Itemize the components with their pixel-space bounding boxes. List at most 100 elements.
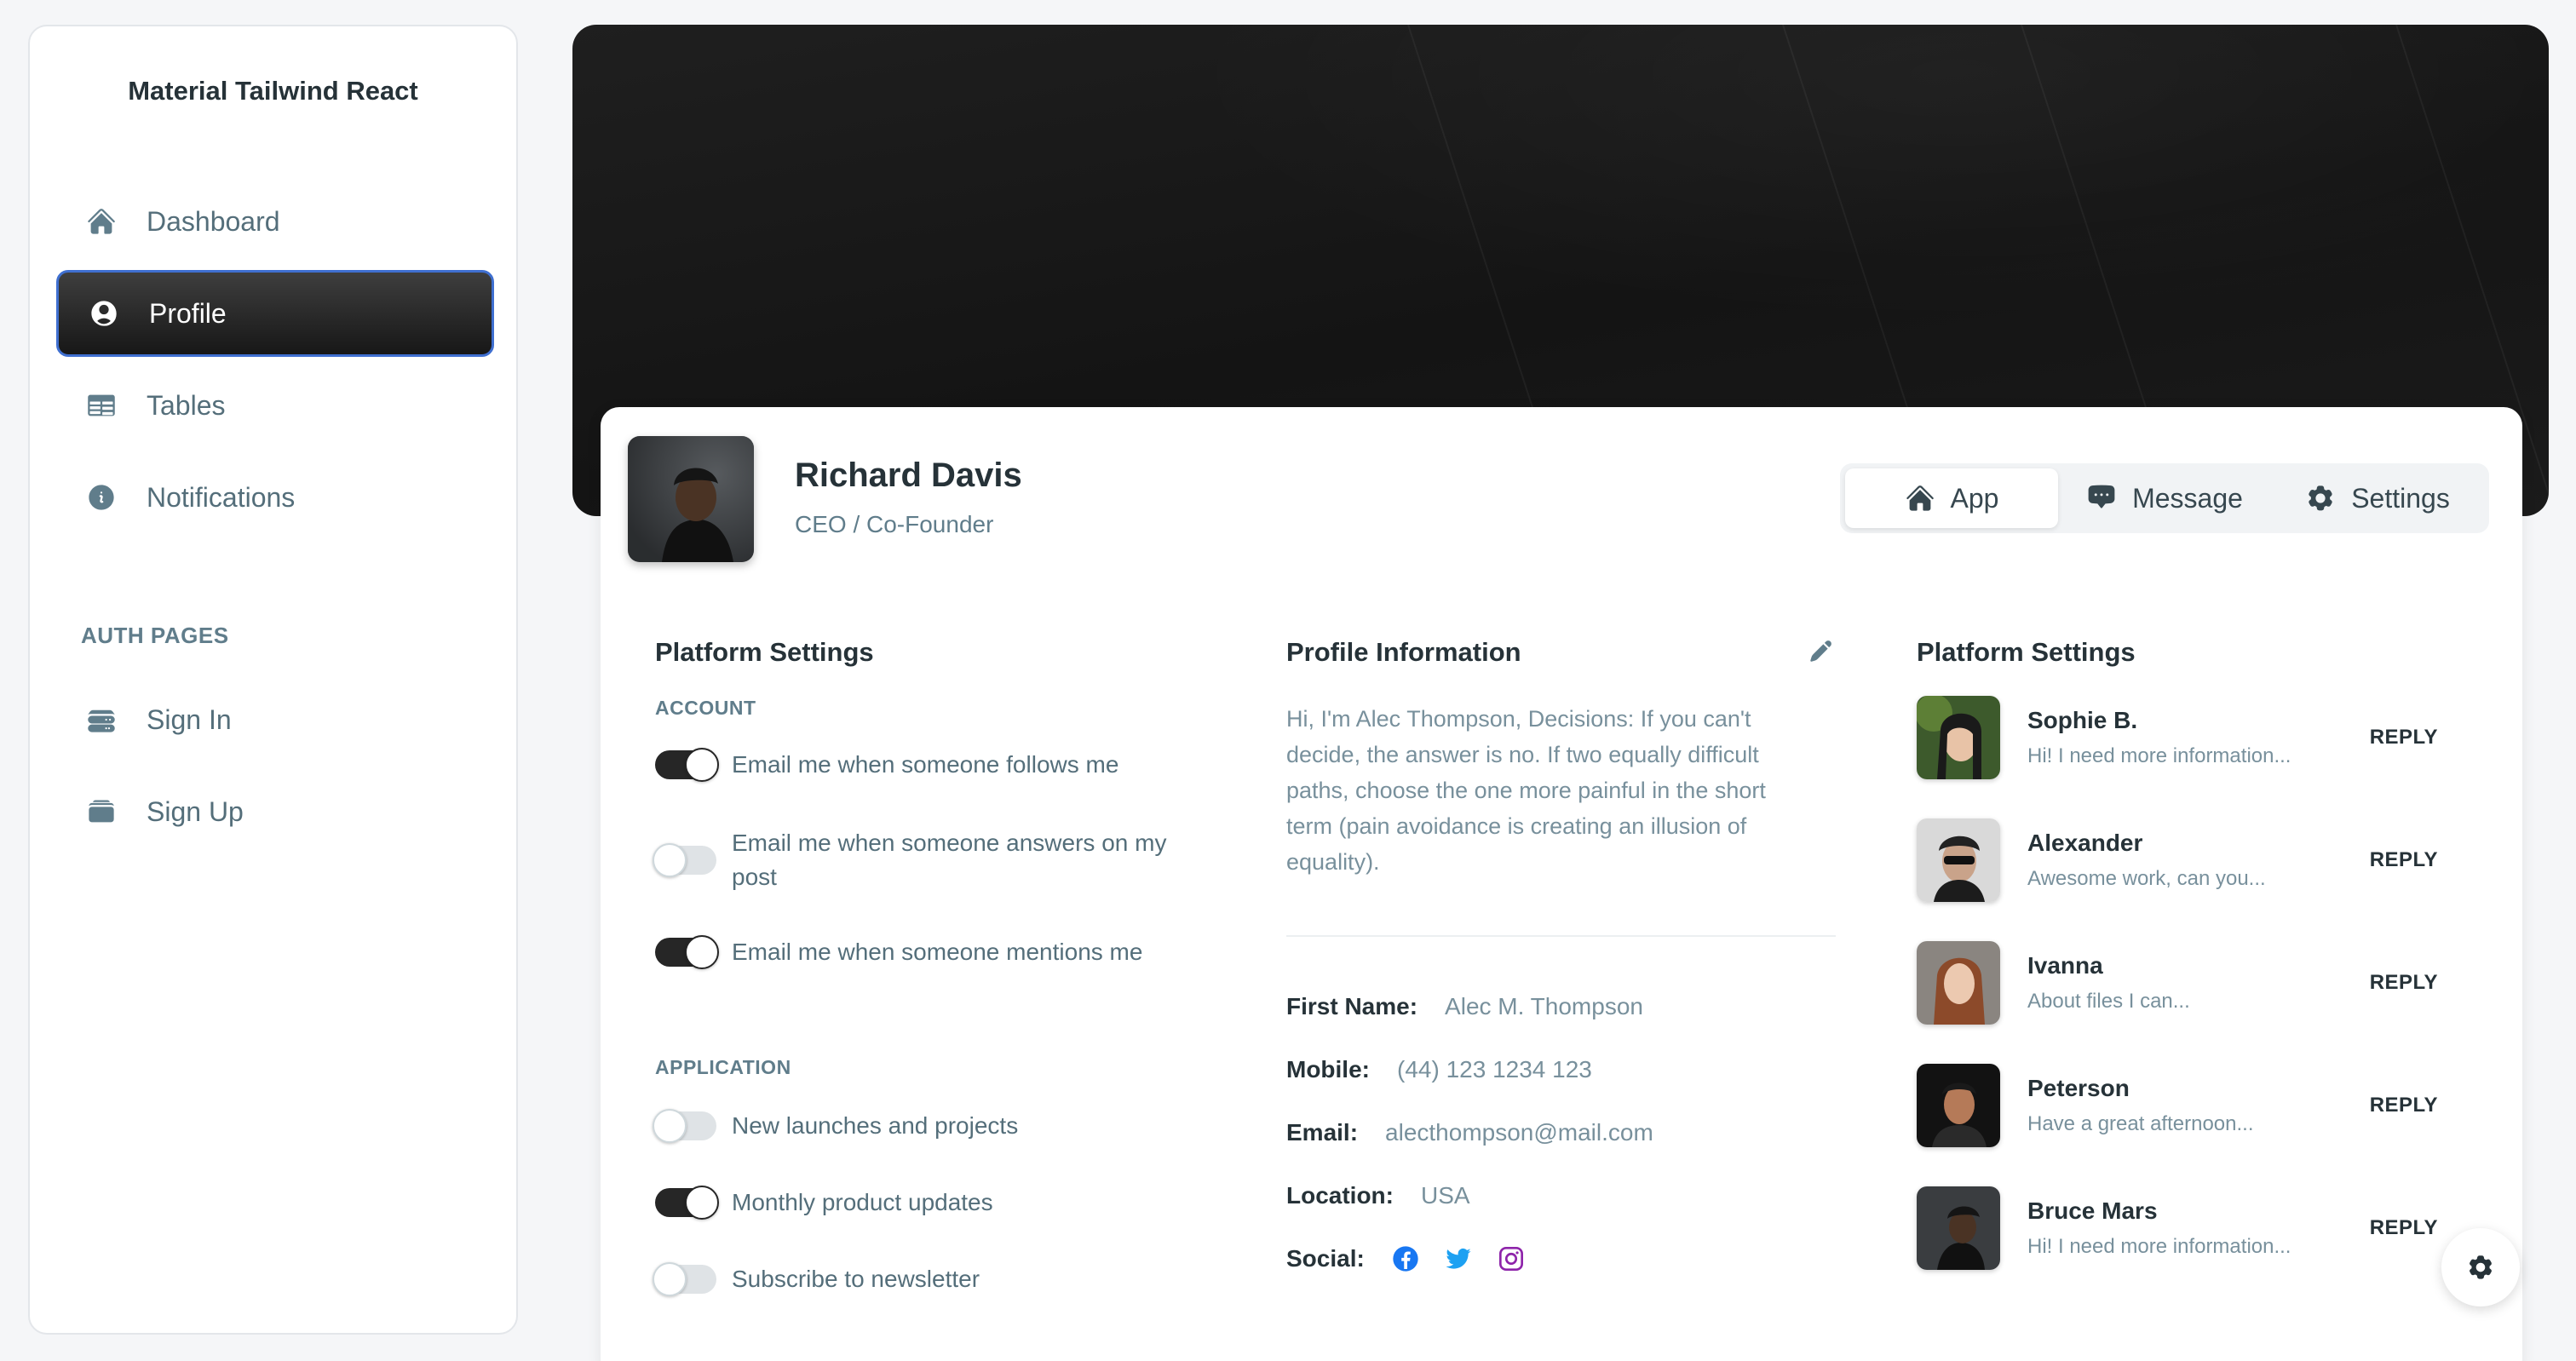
tab-label: App bbox=[1950, 482, 1999, 514]
reply-button[interactable]: REPLY bbox=[2370, 848, 2438, 872]
configurator-button[interactable] bbox=[2441, 1228, 2520, 1306]
sidebar: Material Tailwind React Dashboard Profil… bbox=[28, 25, 518, 1335]
info-first-name: First Name: Alec M. Thompson bbox=[1286, 993, 1643, 1020]
rectangle-stack-icon bbox=[85, 795, 118, 828]
home-icon bbox=[1906, 485, 1934, 511]
profile-tabs: App Message Settings bbox=[1840, 463, 2489, 533]
instagram-icon[interactable] bbox=[1498, 1245, 1525, 1272]
info-key: Social: bbox=[1286, 1245, 1365, 1272]
table-icon bbox=[85, 389, 118, 422]
info-value: Alec M. Thompson bbox=[1445, 993, 1643, 1019]
gear-icon bbox=[2309, 485, 2332, 511]
home-icon bbox=[85, 205, 118, 238]
toggle-switch[interactable] bbox=[653, 843, 716, 877]
tab-app[interactable]: App bbox=[1845, 468, 2058, 528]
account-label: ACCOUNT bbox=[655, 697, 756, 719]
sidebar-item-label: Dashboard bbox=[147, 205, 280, 237]
setting-follows: Email me when someone follows me bbox=[655, 748, 1200, 782]
brand-title[interactable]: Material Tailwind React bbox=[30, 76, 516, 106]
reply-button[interactable]: REPLY bbox=[2370, 1094, 2438, 1117]
toggle-label: Monthly product updates bbox=[732, 1189, 993, 1215]
conversation-name: Alexander bbox=[2027, 830, 2143, 856]
tab-label: Settings bbox=[2351, 482, 2450, 514]
info-key: Email: bbox=[1286, 1119, 1359, 1146]
sidebar-item-notifications[interactable]: Notifications bbox=[56, 454, 494, 541]
toggle-label: Email me when someone follows me bbox=[732, 751, 1119, 778]
tab-message[interactable]: Message bbox=[2058, 468, 2271, 528]
sidebar-item-label: Notifications bbox=[147, 481, 296, 513]
toggle-label: New launches and projects bbox=[732, 1112, 1019, 1139]
toggle-switch[interactable] bbox=[655, 935, 719, 969]
reply-button[interactable]: REPLY bbox=[2370, 971, 2438, 995]
conversation-item: Bruce Mars Hi! I need more information..… bbox=[1917, 1186, 2445, 1271]
info-key: First Name: bbox=[1286, 993, 1418, 1019]
divider bbox=[1286, 935, 1836, 937]
conversation-item: Peterson Have a great afternoon... REPLY bbox=[1917, 1063, 2445, 1148]
profile-avatar bbox=[628, 436, 754, 562]
chat-icon bbox=[2088, 485, 2115, 508]
reply-button[interactable]: REPLY bbox=[2370, 1216, 2438, 1240]
sidebar-item-label: Sign In bbox=[147, 703, 232, 735]
setting-launches: New launches and projects bbox=[653, 1109, 1200, 1143]
toggle-switch[interactable] bbox=[653, 1109, 716, 1143]
sidebar-item-sign-in[interactable]: Sign In bbox=[56, 676, 494, 763]
toggle-label: Email me when someone answers on my post bbox=[732, 830, 1167, 890]
pencil-icon[interactable] bbox=[1804, 639, 1833, 668]
application-label: APPLICATION bbox=[655, 1056, 791, 1078]
avatar bbox=[1917, 696, 2000, 779]
auth-pages-label: AUTH PAGES bbox=[81, 623, 229, 648]
profile-bio: Hi, I'm Alec Thompson, Decisions: If you… bbox=[1286, 706, 1766, 875]
sidebar-item-sign-up[interactable]: Sign Up bbox=[56, 768, 494, 855]
avatar bbox=[1917, 1186, 2000, 1270]
setting-newsletter: Subscribe to newsletter bbox=[653, 1262, 1200, 1296]
setting-product-updates: Monthly product updates bbox=[655, 1186, 1200, 1220]
toggle-switch[interactable] bbox=[653, 1262, 716, 1296]
twitter-icon[interactable] bbox=[1445, 1245, 1472, 1272]
tab-label: Message bbox=[2132, 482, 2243, 514]
conversations-title: Platform Settings bbox=[1917, 637, 2136, 667]
sidebar-item-tables[interactable]: Tables bbox=[56, 362, 494, 449]
info-key: Mobile: bbox=[1286, 1056, 1370, 1082]
toggle-label: Email me when someone mentions me bbox=[732, 939, 1143, 965]
conversation-name: Bruce Mars bbox=[2027, 1197, 2158, 1224]
sidebar-item-profile[interactable]: Profile bbox=[56, 270, 494, 357]
info-value: alecthompson@mail.com bbox=[1385, 1119, 1653, 1146]
conversation-item: Alexander Awesome work, can you... REPLY bbox=[1917, 818, 2445, 903]
avatar bbox=[1917, 818, 2000, 902]
profile-information-title: Profile Information bbox=[1286, 637, 1521, 667]
tab-settings[interactable]: Settings bbox=[2271, 468, 2484, 528]
info-value: (44) 123 1234 123 bbox=[1397, 1056, 1592, 1082]
conversation-preview: Hi! I need more information... bbox=[2027, 744, 2291, 767]
info-icon bbox=[85, 481, 118, 514]
avatar bbox=[1917, 941, 2000, 1025]
profile-card: Richard Davis CEO / Co-Founder App Messa… bbox=[601, 407, 2522, 1361]
server-stack-icon bbox=[85, 703, 118, 736]
conversation-preview: Have a great afternoon... bbox=[2027, 1112, 2254, 1135]
avatar bbox=[1917, 1064, 2000, 1147]
toggle-label: Subscribe to newsletter bbox=[732, 1266, 980, 1292]
conversation-name: Ivanna bbox=[2027, 952, 2103, 979]
toggle-switch[interactable] bbox=[655, 748, 719, 782]
profile-name: Richard Davis bbox=[795, 457, 1022, 494]
sidebar-item-label: Sign Up bbox=[147, 795, 244, 827]
reply-button[interactable]: REPLY bbox=[2370, 726, 2438, 749]
sidebar-item-dashboard[interactable]: Dashboard bbox=[56, 178, 494, 265]
conversation-preview: Awesome work, can you... bbox=[2027, 867, 2266, 890]
toggle-switch[interactable] bbox=[655, 1186, 719, 1220]
gear-icon bbox=[2470, 1255, 2492, 1279]
conversation-name: Sophie B. bbox=[2027, 707, 2138, 733]
info-value: USA bbox=[1421, 1182, 1470, 1209]
facebook-icon[interactable] bbox=[1392, 1245, 1419, 1272]
setting-answers: Email me when someone answers on my post bbox=[653, 826, 1200, 894]
info-key: Location: bbox=[1286, 1182, 1394, 1209]
user-circle-icon bbox=[88, 297, 120, 330]
conversation-preview: About files I can... bbox=[2027, 990, 2190, 1013]
conversation-preview: Hi! I need more information... bbox=[2027, 1235, 2291, 1258]
info-email: Email: alecthompson@mail.com bbox=[1286, 1119, 1653, 1146]
profile-role: CEO / Co-Founder bbox=[795, 511, 994, 537]
info-mobile: Mobile: (44) 123 1234 123 bbox=[1286, 1056, 1592, 1083]
setting-mentions: Email me when someone mentions me bbox=[655, 935, 1200, 969]
conversation-item: Sophie B. Hi! I need more information...… bbox=[1917, 695, 2445, 780]
conversation-name: Peterson bbox=[2027, 1075, 2130, 1101]
conversation-item: Ivanna About files I can... REPLY bbox=[1917, 940, 2445, 1025]
